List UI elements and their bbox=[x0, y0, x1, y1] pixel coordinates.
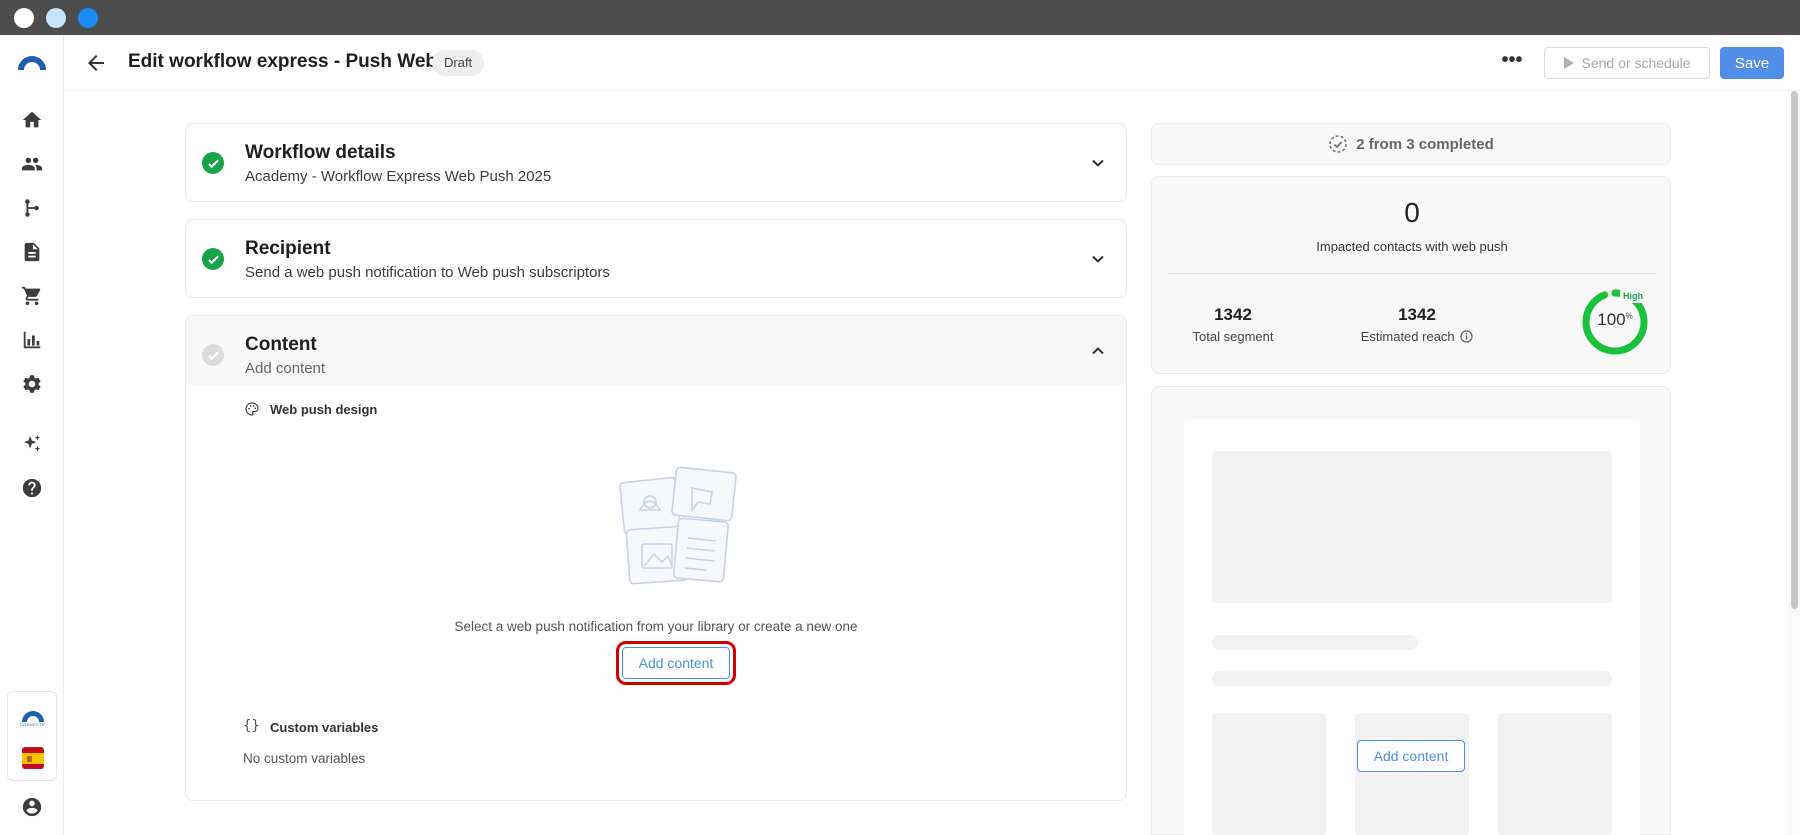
info-icon[interactable] bbox=[1460, 330, 1473, 343]
step-title: Recipient bbox=[245, 238, 331, 259]
preview-add-content-button[interactable]: Add content bbox=[1357, 740, 1465, 772]
completed-check-icon bbox=[202, 152, 224, 174]
empty-state-text: Select a web push notification from your… bbox=[454, 619, 858, 634]
step-content: Content Add content Web push design Sele… bbox=[185, 315, 1127, 801]
help-icon[interactable] bbox=[20, 476, 44, 500]
sidebar: CONNECTIF bbox=[0, 35, 64, 835]
impacted-count: 0 bbox=[1404, 197, 1420, 228]
send-or-schedule-label: Send or schedule bbox=[1581, 55, 1691, 71]
page-title: Edit workflow express - Push Web bbox=[128, 51, 437, 72]
chevron-down-icon[interactable] bbox=[1091, 156, 1105, 170]
divider bbox=[1168, 273, 1656, 274]
window-title-bar bbox=[0, 0, 1800, 35]
account-icon[interactable] bbox=[20, 795, 44, 819]
contacts-icon[interactable] bbox=[20, 152, 44, 176]
brand-logo-icon[interactable] bbox=[16, 53, 48, 71]
settings-icon[interactable] bbox=[20, 372, 44, 396]
total-segment-label: Total segment bbox=[1192, 329, 1274, 344]
home-icon[interactable] bbox=[20, 108, 44, 132]
gauge-number: 100 bbox=[1597, 310, 1626, 329]
step-content-header[interactable]: Content Add content bbox=[186, 316, 1126, 386]
window-maximize-dot[interactable] bbox=[78, 8, 98, 28]
progress-text: 2 from 3 completed bbox=[1356, 135, 1494, 153]
step-workflow-details[interactable]: Workflow details Academy - Workflow Expr… bbox=[185, 123, 1127, 202]
preview-block-placeholder bbox=[1212, 713, 1326, 835]
braces-icon: {} bbox=[243, 718, 260, 734]
preview-text-placeholder bbox=[1212, 671, 1612, 686]
step-title: Workflow details bbox=[245, 142, 396, 163]
scrollbar-thumb[interactable] bbox=[1791, 91, 1798, 609]
back-arrow-icon[interactable] bbox=[84, 51, 108, 75]
step-subtitle: Send a web push notification to Web push… bbox=[245, 264, 610, 281]
palette-icon bbox=[245, 402, 259, 416]
completed-check-icon bbox=[202, 248, 224, 270]
estimated-reach-value: 1342 bbox=[1398, 305, 1436, 324]
empty-content-illustration-icon bbox=[619, 466, 737, 585]
chevron-up-icon[interactable] bbox=[1091, 344, 1105, 358]
step-subtitle: Academy - Workflow Express Web Push 2025 bbox=[245, 168, 552, 185]
chart-icon[interactable] bbox=[20, 328, 44, 352]
workflow-icon[interactable] bbox=[20, 196, 44, 220]
preview-block-placeholder bbox=[1355, 713, 1469, 835]
audience-stats-card: 0 Impacted contacts with web push 1342 T… bbox=[1151, 176, 1671, 374]
gauge-level-badge: High bbox=[1620, 289, 1646, 303]
step-recipient[interactable]: Recipient Send a web push notification t… bbox=[185, 219, 1127, 298]
brand-mini-text: CONNECTIF bbox=[19, 722, 47, 727]
pending-check-icon bbox=[202, 344, 224, 366]
custom-variables-label: Custom variables bbox=[270, 720, 379, 735]
document-icon[interactable] bbox=[20, 240, 44, 264]
no-custom-variables-text: No custom variables bbox=[243, 751, 366, 766]
preview-block-placeholder bbox=[1498, 713, 1612, 835]
step-subtitle: Add content bbox=[245, 360, 326, 377]
completion-progress: 2 from 3 completed bbox=[1151, 123, 1671, 165]
web-push-design-label: Web push design bbox=[270, 402, 378, 417]
window-close-dot[interactable] bbox=[14, 8, 34, 28]
add-content-button[interactable]: Add content bbox=[616, 641, 736, 685]
gauge-value: 100% bbox=[1580, 310, 1650, 330]
window-minimize-dot[interactable] bbox=[46, 8, 66, 28]
preview-image-placeholder bbox=[1212, 451, 1612, 603]
progress-check-icon bbox=[1329, 135, 1348, 153]
more-options-icon[interactable]: ••• bbox=[1500, 50, 1524, 75]
step-title: Content bbox=[245, 334, 317, 355]
ai-sparkle-icon[interactable] bbox=[20, 432, 44, 456]
save-button[interactable]: Save bbox=[1720, 47, 1784, 79]
play-icon bbox=[1563, 57, 1574, 69]
spain-flag-icon[interactable] bbox=[22, 747, 44, 769]
page-scrollbar[interactable] bbox=[1788, 91, 1800, 835]
preview-title-placeholder bbox=[1212, 635, 1418, 650]
status-badge: Draft bbox=[432, 50, 485, 76]
send-or-schedule-button[interactable]: Send or schedule bbox=[1544, 47, 1710, 79]
total-segment-value: 1342 bbox=[1214, 305, 1252, 324]
impacted-label: Impacted contacts with web push bbox=[1316, 239, 1508, 254]
account-switcher[interactable]: CONNECTIF bbox=[7, 691, 57, 781]
estimated-reach-row: Estimated reach bbox=[1352, 329, 1482, 344]
page-header: Edit workflow express - Push Web Draft •… bbox=[64, 35, 1800, 91]
gauge-unit: % bbox=[1625, 311, 1633, 321]
chevron-down-icon[interactable] bbox=[1091, 252, 1105, 266]
preview-canvas bbox=[1184, 419, 1640, 835]
estimated-reach-label: Estimated reach bbox=[1360, 329, 1455, 344]
cart-icon[interactable] bbox=[20, 284, 44, 308]
